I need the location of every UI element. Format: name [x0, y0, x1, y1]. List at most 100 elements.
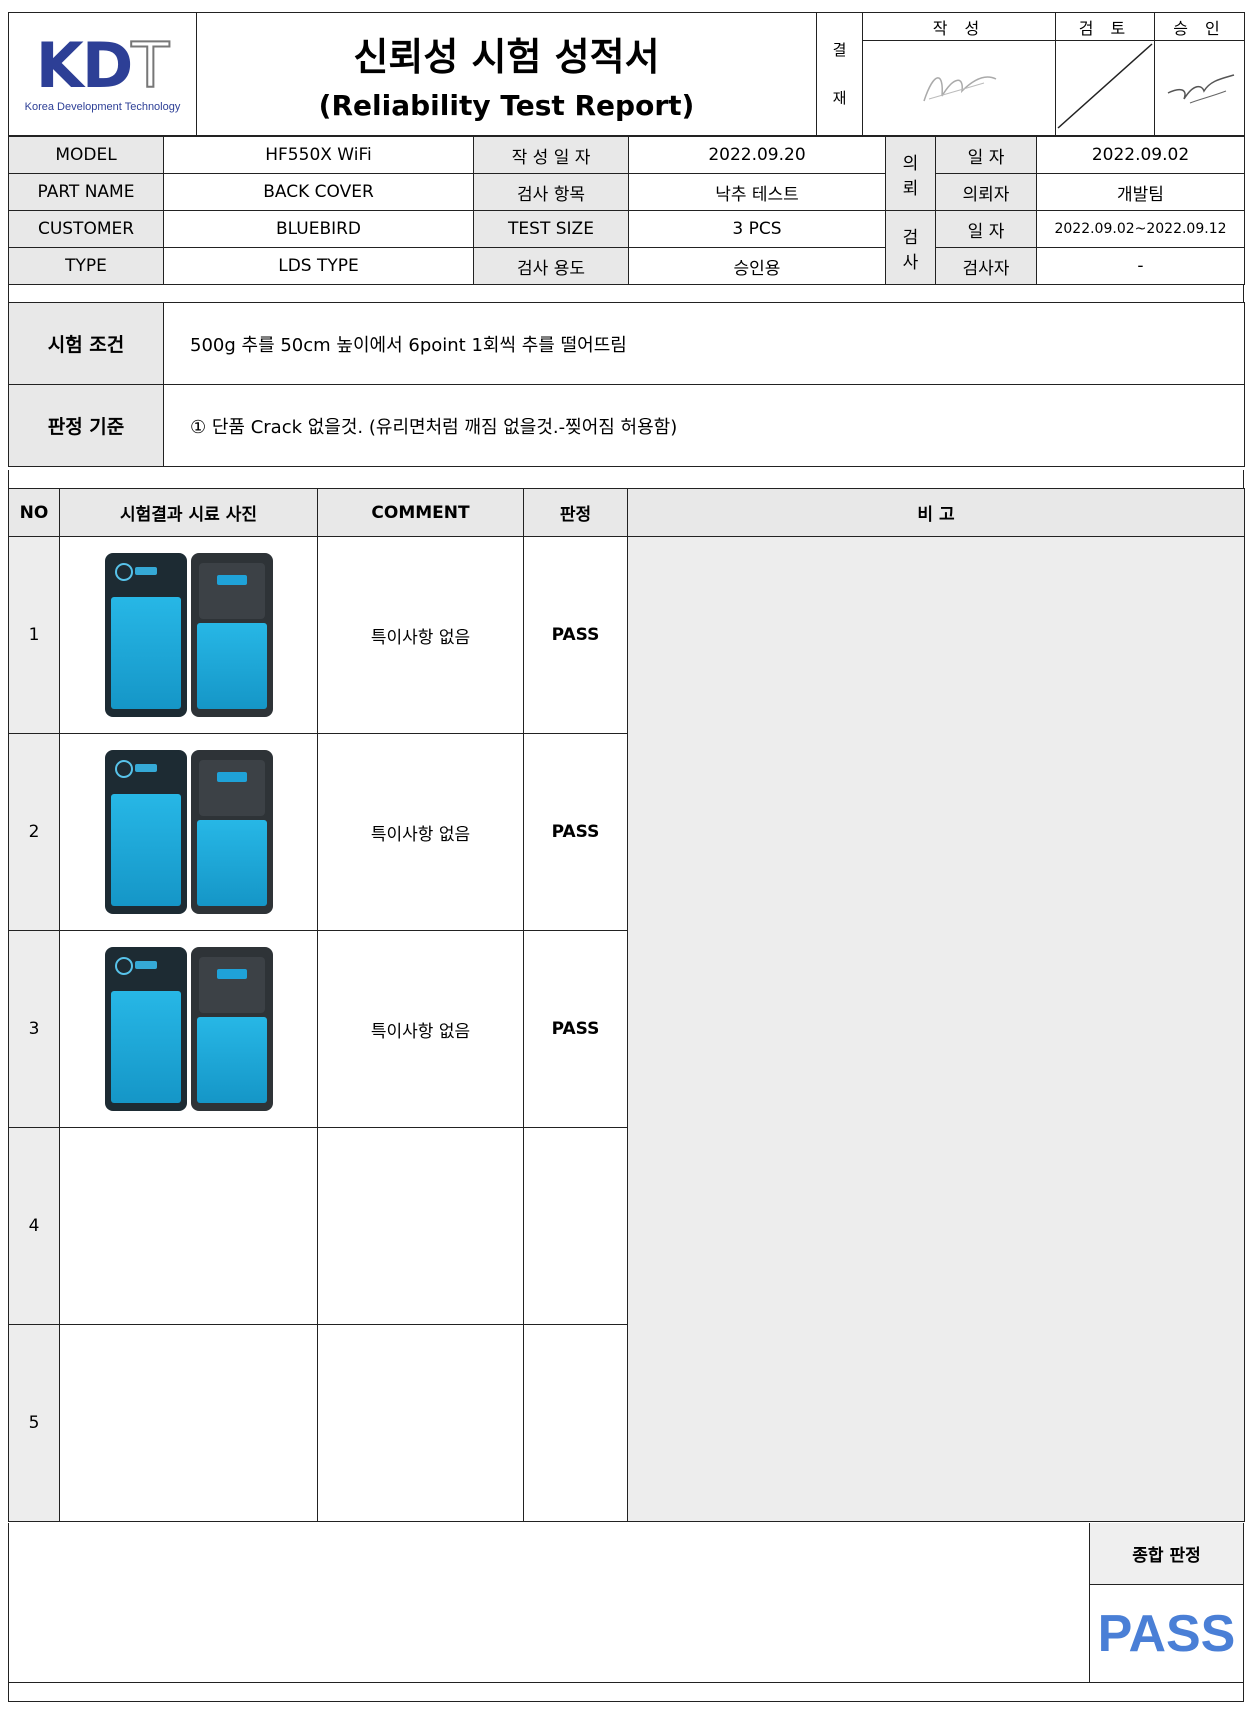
approval-label: 결 재 — [816, 12, 863, 136]
value-request-date: 2022.09.02 — [1036, 136, 1245, 174]
value-written-date: 2022.09.20 — [628, 136, 886, 174]
row-comment: 특이사항 없음 — [317, 930, 524, 1128]
logo-letter-k: K — [35, 29, 84, 102]
signature-reviewer — [1055, 40, 1155, 136]
test-condition-label: 시험 조건 — [8, 302, 164, 385]
header-verdict: 판정 — [523, 488, 628, 537]
info-row: PART NAME BACK COVER 검사 항목 낙추 테스트 의뢰자 개발… — [8, 173, 1245, 211]
value-customer: BLUEBIRD — [163, 210, 474, 248]
value-requester: 개발팀 — [1036, 173, 1245, 211]
value-part-name: BACK COVER — [163, 173, 474, 211]
label-inspector: 검사자 — [935, 247, 1037, 285]
phone-board-image — [190, 553, 273, 717]
row-verdict — [523, 1127, 628, 1325]
label-type: TYPE — [8, 247, 164, 285]
conditions-table: 시험 조건 500g 추를 50cm 높이에서 6point 1회씩 추를 떨어… — [8, 302, 1245, 467]
value-type: LDS TYPE — [163, 247, 474, 285]
header-no: NO — [8, 488, 60, 537]
group-request-1: 의 — [902, 153, 919, 174]
value-test-purpose: 승인용 — [628, 247, 886, 285]
info-row: TYPE LDS TYPE 검사 용도 승인용 검사자 - — [8, 247, 1245, 285]
phone-back-image — [104, 947, 187, 1111]
label-test-size: TEST SIZE — [473, 210, 629, 248]
header-comment: COMMENT — [317, 488, 524, 537]
header-photo: 시험결과 시료 사진 — [59, 488, 318, 537]
report-title: 신뢰성 시험 성적서 (Reliability Test Report) — [196, 12, 817, 136]
label-test-purpose: 검사 용도 — [473, 247, 629, 285]
row-no: 3 — [8, 930, 60, 1128]
logo-letter-d: D — [81, 29, 133, 102]
phone-board-image — [190, 947, 273, 1111]
spacer — [8, 470, 1244, 488]
info-row: MODEL HF550X WiFi 작 성 일 자 2022.09.20 의 뢰… — [8, 136, 1245, 211]
results-table: NO 시험결과 시료 사진 COMMENT 판정 비 고 1 특이사항 없음 P… — [8, 488, 1245, 1522]
row-verdict: PASS — [523, 536, 628, 734]
overall-verdict-value: PASS — [1097, 1605, 1236, 1663]
row-comment — [317, 1127, 524, 1325]
value-test-item: 낙추 테스트 — [628, 173, 886, 211]
row-no: 5 — [8, 1324, 60, 1522]
overall-verdict-box: 종합 판정 PASS — [1089, 1523, 1243, 1683]
group-inspect: 검 사 — [885, 210, 936, 285]
sample-photo — [59, 930, 318, 1128]
row-verdict — [523, 1324, 628, 1522]
group-inspect-2: 사 — [902, 252, 919, 273]
sign-head-author: 작 성 — [862, 12, 1056, 41]
sample-photo — [59, 536, 318, 734]
label-test-item: 검사 항목 — [473, 173, 629, 211]
group-request-2: 뢰 — [902, 178, 919, 199]
remarks-cell — [627, 536, 1245, 1522]
phone-back-image — [104, 553, 187, 717]
sign-head-approver: 승 인 — [1154, 12, 1245, 41]
phone-board-image — [190, 750, 273, 914]
value-inspector: - — [1036, 247, 1245, 285]
info-row: CUSTOMER BLUEBIRD TEST SIZE 3 PCS 검 사 일 … — [8, 210, 1245, 285]
label-written-date: 작 성 일 자 — [473, 136, 629, 174]
info-table: MODEL HF550X WiFi 작 성 일 자 2022.09.20 의 뢰… — [8, 136, 1245, 285]
value-model: HF550X WiFi — [163, 136, 474, 174]
row-no: 1 — [8, 536, 60, 734]
title-korean: 신뢰성 시험 성적서 — [353, 35, 660, 79]
value-inspect-date: 2022.09.02~2022.09.12 — [1036, 210, 1245, 248]
label-requester: 의뢰자 — [935, 173, 1037, 211]
criteria-value: ① 단품 Crack 없을것. (유리면처럼 깨짐 없을것.-찢어짐 허용함) — [163, 384, 1245, 467]
approval-label-2: 재 — [832, 89, 847, 107]
group-request: 의 뢰 — [885, 136, 936, 211]
signature-author-icon — [923, 75, 997, 101]
label-part-name: PART NAME — [8, 173, 164, 211]
signature-approver — [1154, 40, 1245, 136]
row-verdict: PASS — [523, 930, 628, 1128]
row-comment: 특이사항 없음 — [317, 733, 524, 931]
sample-photo — [59, 733, 318, 931]
criteria-label: 판정 기준 — [8, 384, 164, 467]
signature-slash-icon — [1057, 42, 1153, 129]
title-english: (Reliability Test Report) — [318, 89, 695, 122]
row-no: 4 — [8, 1127, 60, 1325]
phone-back-image — [104, 750, 187, 914]
row-comment — [317, 1324, 524, 1522]
group-inspect-1: 검 — [902, 227, 919, 248]
label-model: MODEL — [8, 136, 164, 174]
logo-subtitle: Korea Development Technology — [24, 101, 181, 113]
row-no: 2 — [8, 733, 60, 931]
overall-verdict-label: 종합 판정 — [1090, 1523, 1243, 1585]
label-inspect-date: 일 자 — [935, 210, 1037, 248]
report-page: K D T Korea Development Technology 신뢰성 시… — [8, 12, 1245, 1702]
table-row: 1 특이사항 없음 PASS — [8, 536, 1245, 1522]
row-comment: 특이사항 없음 — [317, 536, 524, 734]
label-request-date: 일 자 — [935, 136, 1037, 174]
header-remarks: 비 고 — [627, 488, 1245, 537]
logo: K D T Korea Development Technology — [8, 12, 197, 136]
report-header: K D T Korea Development Technology 신뢰성 시… — [8, 12, 1245, 136]
signature-author — [862, 40, 1056, 136]
test-condition-value: 500g 추를 50cm 높이에서 6point 1회씩 추를 떨어뜨림 — [163, 302, 1245, 385]
signature-approver-icon — [1167, 73, 1234, 103]
approval-label-1: 결 — [832, 41, 847, 59]
value-test-size: 3 PCS — [628, 210, 886, 248]
sample-photo — [59, 1127, 318, 1325]
sign-head-reviewer: 검 토 — [1055, 12, 1155, 41]
row-verdict: PASS — [523, 733, 628, 931]
label-customer: CUSTOMER — [8, 210, 164, 248]
sample-photo — [59, 1324, 318, 1522]
spacer — [8, 284, 1244, 302]
